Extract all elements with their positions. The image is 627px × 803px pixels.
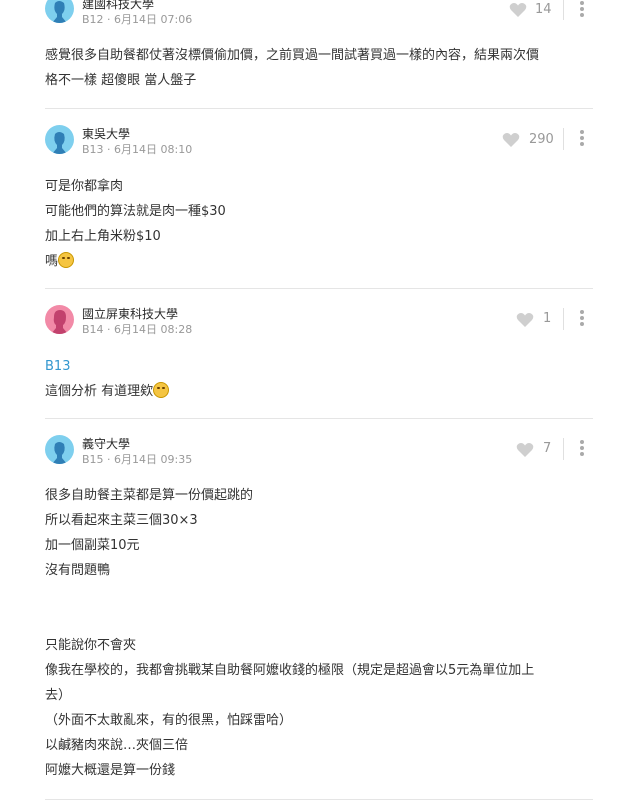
comment-line: ​ [45,608,593,633]
comment-body: B13 這個分析 有道理欸 [45,354,593,404]
comment-line: 只能說你不會夾 [45,638,137,653]
grinning-sweat-emoji [58,252,75,268]
avatar[interactable] [45,435,74,464]
comment-line: 加一個副菜10元 [45,538,140,553]
comment-line: 這個分析 有道理欸 [45,379,593,404]
meta-separator: · [103,453,115,466]
avatar[interactable] [45,0,74,23]
reply-link[interactable]: B13 [45,354,593,379]
comment-line: 以鹹豬肉來說…夾個三倍 [45,738,189,753]
comment-line: 格不一樣 超傻眼 當人盤子 [45,73,197,88]
comment-meta: B13 · 6月14日 08:10 [82,141,192,157]
divider [563,308,564,330]
comment-line: 沒有問題鴨 [45,563,111,578]
comment-line: （外面不太敢亂來，有的很黑，怕踩雷哈） [45,713,293,728]
comment-line: 嗎 [45,249,593,274]
divider [563,0,564,20]
more-vertical-icon[interactable] [580,440,584,456]
like-count: 7 [543,441,552,456]
comment-meta: B14 · 6月14日 08:28 [82,321,192,337]
comment-text: 這個分析 有道理欸 [45,384,154,399]
comment-line: 可能他們的算法就是肉一種$30 [45,204,226,219]
comment-meta: B12 · 6月14日 07:06 [82,11,192,27]
comment-line: 所以看起來主菜三個30×3 [45,513,198,528]
heart-icon[interactable] [516,442,534,458]
timestamp: 6月14日 09:35 [114,453,193,466]
more-vertical-icon[interactable] [580,130,584,146]
comment-line: 去） [45,688,72,703]
meta-separator: · [103,143,115,156]
more-vertical-icon[interactable] [580,1,584,17]
meta-separator: · [103,13,115,26]
school-name[interactable]: 義守大學 [82,435,130,452]
like-count: 1 [543,311,552,326]
comment-text: 嗎 [45,254,59,269]
comment-line: 像我在學校的，我都會挑戰某自助餐阿嬤收錢的極限（規定是超過會以5元為單位加上 [45,663,535,678]
divider [45,108,593,109]
school-name[interactable]: 國立屏東科技大學 [82,305,178,322]
timestamp: 6月14日 08:28 [114,323,193,336]
floor-label: B15 [82,453,104,466]
comment-line: 阿嬤大概還是算一份錢 [45,763,176,778]
like-count: 290 [529,132,554,147]
more-vertical-icon[interactable] [580,310,584,326]
comment-body: 很多自助餐主菜都是算一份價起跳的 所以看起來主菜三個30×3 加一個副菜10元 … [45,483,593,783]
comment-line: 很多自助餐主菜都是算一份價起跳的 [45,488,254,503]
school-name[interactable]: 東吳大學 [82,125,130,142]
floor-label: B12 [82,13,104,26]
heart-icon[interactable] [516,312,534,328]
comment-meta: B15 · 6月14日 09:35 [82,451,192,467]
avatar[interactable] [45,305,74,334]
divider [45,418,593,419]
divider [563,438,564,460]
heart-icon[interactable] [502,132,520,148]
comment-line: 可是你都拿肉 [45,179,124,194]
heart-icon[interactable] [509,2,527,18]
comment-body: 感覺很多自助餐都仗著沒標價偷加價，之前買過一間試著買過一樣的內容，結果兩次價 格… [45,43,593,93]
divider [45,799,593,800]
avatar[interactable] [45,125,74,154]
divider [563,128,564,150]
comment-line: 加上右上角米粉$10 [45,229,161,244]
thinking-emoji [153,382,170,398]
floor-label: B13 [82,143,104,156]
timestamp: 6月14日 07:06 [114,13,193,26]
comment-line: 感覺很多自助餐都仗著沒標價偷加價，之前買過一間試著買過一樣的內容，結果兩次價 [45,48,540,63]
like-count: 14 [535,2,552,17]
divider [45,288,593,289]
comment-body: 可是你都拿肉 可能他們的算法就是肉一種$30 加上右上角米粉$10 嗎 [45,174,593,274]
floor-label: B14 [82,323,104,336]
timestamp: 6月14日 08:10 [114,143,193,156]
comment-line: ​ [45,583,593,608]
meta-separator: · [103,323,115,336]
